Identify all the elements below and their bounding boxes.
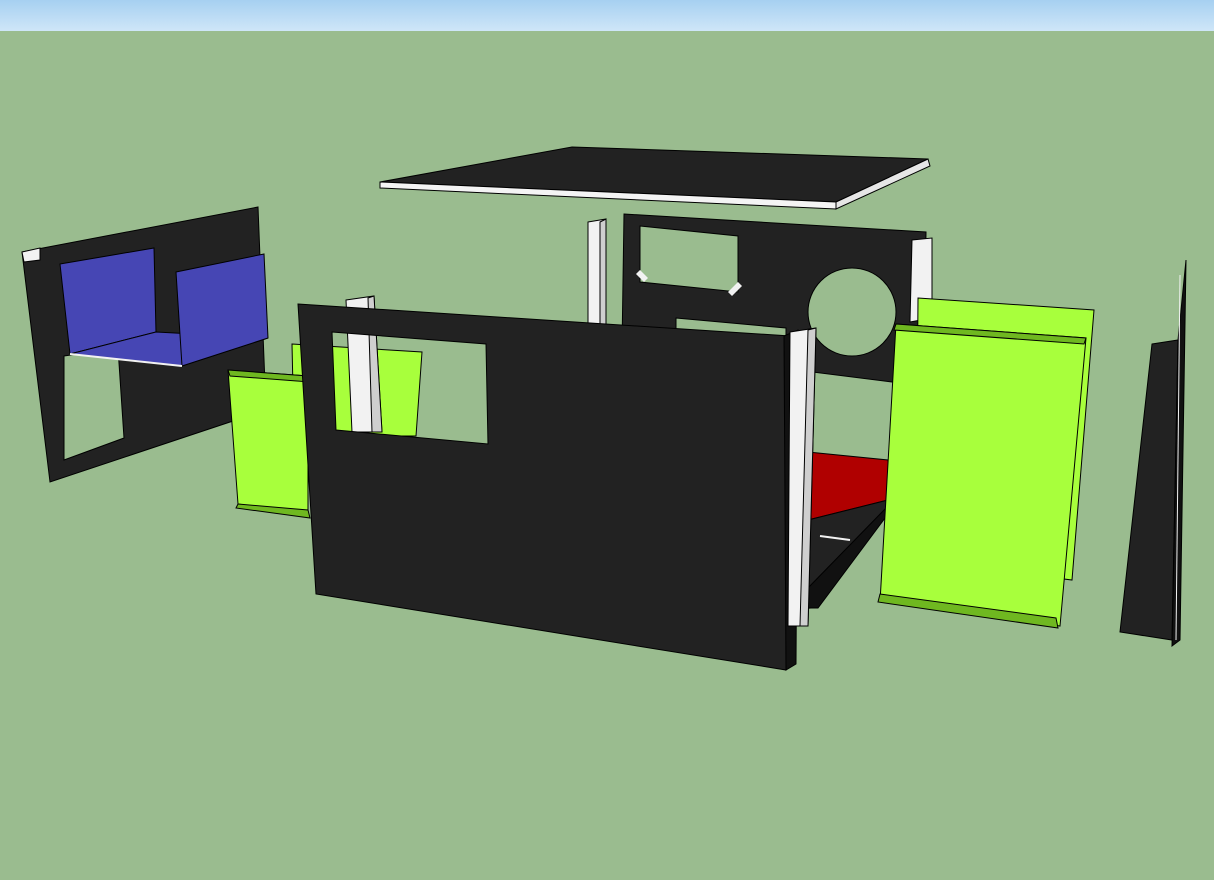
top-panel[interactable] [379, 146, 931, 210]
red-base[interactable] [805, 451, 889, 610]
rear-corner-post[interactable] [587, 218, 607, 331]
right-end-panel[interactable] [1119, 259, 1187, 648]
right-green-bracket[interactable] [877, 297, 1095, 629]
model-canvas[interactable] [0, 0, 1214, 880]
3d-viewport[interactable] [0, 0, 1214, 880]
